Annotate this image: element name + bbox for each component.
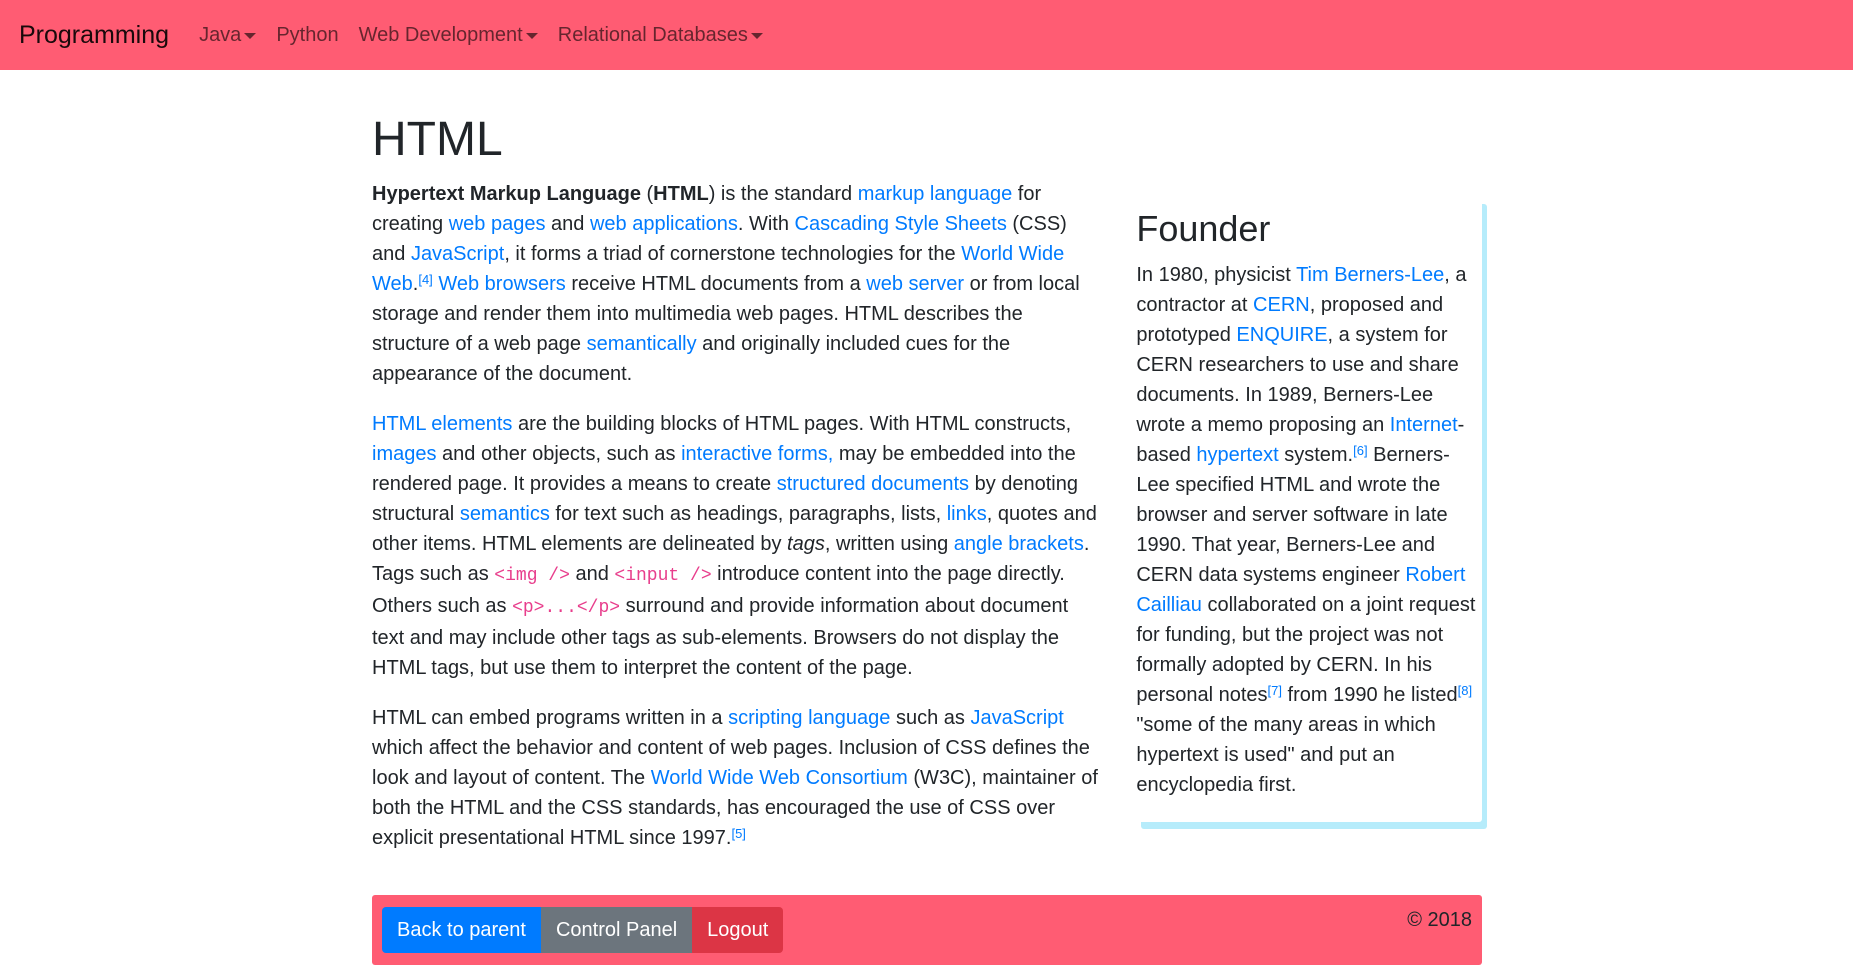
page-footer: Back to parent Control Panel Logout © 20…: [372, 895, 1482, 965]
code-input-tag: <input />: [614, 566, 712, 587]
link-enquire[interactable]: ENQUIRE: [1236, 324, 1327, 346]
link-hypertext[interactable]: hypertext: [1196, 444, 1278, 466]
nav-item-label: Web Development: [358, 23, 523, 46]
link-images[interactable]: images: [372, 443, 436, 465]
text: ) is the standard: [708, 183, 858, 206]
link-web-browsers[interactable]: Web browsers: [438, 273, 565, 295]
code-p-tag: <p>...</p>: [512, 598, 621, 619]
link-angle-brackets[interactable]: angle brackets: [954, 533, 1084, 555]
back-to-parent-button[interactable]: Back to parent: [382, 907, 541, 954]
control-panel-button[interactable]: Control Panel: [540, 907, 693, 954]
link-javascript[interactable]: JavaScript: [411, 243, 504, 265]
link-interactive-forms[interactable]: interactive forms,: [681, 443, 833, 465]
nav-item-java[interactable]: Java: [199, 23, 257, 47]
text: and other objects, such as: [436, 443, 682, 466]
link-web-server[interactable]: web server: [866, 273, 964, 295]
main-container: HTML Hypertext Markup Language (HTML) is…: [372, 70, 1482, 965]
link-semantics[interactable]: semantics: [460, 503, 550, 525]
code-img-tag: <img />: [494, 566, 570, 587]
text: receive HTML documents from a: [565, 273, 867, 296]
text: (: [640, 183, 654, 206]
logout-button[interactable]: Logout: [692, 907, 784, 954]
reference-8[interactable]: [8]: [1458, 683, 1472, 698]
link-markup-language[interactable]: markup language: [858, 183, 1013, 205]
nav-item-label: Relational Databases: [557, 23, 748, 46]
bold-term: HTML: [653, 183, 709, 206]
page-title: HTML: [372, 113, 503, 166]
text: system.: [1278, 444, 1354, 467]
link-structured-documents[interactable]: structured documents: [777, 473, 969, 495]
text: from 1990 he listed: [1282, 684, 1458, 707]
link-web-pages[interactable]: web pages: [449, 213, 546, 235]
top-navbar: Programming Java Python Web Development …: [0, 0, 1853, 70]
link-html-elements[interactable]: HTML elements: [372, 413, 512, 435]
link-tim-berners-lee[interactable]: Tim Berners-Lee: [1296, 264, 1444, 286]
text: for text such as headings, paragraphs, l…: [549, 503, 947, 526]
link-scripting-language[interactable]: scripting language: [728, 707, 890, 729]
text: In 1980, physicist: [1136, 264, 1297, 287]
text: , it forms a triad of cornerstone techno…: [504, 243, 962, 266]
copyright-text: © 2018: [1407, 909, 1472, 932]
link-web-applications[interactable]: web applications: [590, 213, 738, 235]
nav-item-relational-databases[interactable]: Relational Databases: [558, 24, 763, 47]
caret-down-icon: [525, 33, 538, 39]
text: and: [569, 563, 615, 586]
sidebar-paragraph: In 1980, physicist Tim Berners-Lee, a co…: [1136, 260, 1482, 800]
sidebar-title: Founder: [1136, 208, 1271, 250]
nav-item-python[interactable]: Python: [276, 24, 338, 47]
link-w3c[interactable]: World Wide Web Consortium: [651, 767, 908, 789]
text: such as: [890, 707, 971, 730]
text: and: [545, 213, 590, 236]
caret-down-icon: [750, 33, 763, 39]
text: , written using: [824, 533, 954, 556]
navbar-brand[interactable]: Programming: [19, 21, 169, 50]
caret-down-icon: [244, 33, 257, 39]
emphasis-tags: tags: [787, 533, 825, 556]
link-semantically[interactable]: semantically: [587, 333, 697, 355]
reference-4[interactable]: [4]: [418, 272, 432, 287]
nav-item-label: Java: [199, 23, 242, 46]
link-javascript[interactable]: JavaScript: [970, 707, 1063, 729]
text: HTML can embed programs written in a: [372, 707, 729, 730]
nav-item-label: Python: [276, 23, 339, 46]
text: . With: [737, 213, 795, 236]
article-paragraph-1: Hypertext Markup Language (HTML) is the …: [372, 179, 1099, 389]
link-css[interactable]: Cascading Style Sheets: [795, 213, 1007, 235]
nav-item-web-development[interactable]: Web Development: [359, 24, 538, 47]
reference-5[interactable]: [5]: [731, 826, 745, 841]
article-body: Hypertext Markup Language (HTML) is the …: [372, 179, 1099, 873]
bold-term: Hypertext Markup Language: [372, 183, 641, 206]
reference-6[interactable]: [6]: [1353, 443, 1367, 458]
link-internet[interactable]: Internet: [1390, 414, 1458, 436]
text: "some of the many areas in which hyperte…: [1136, 714, 1436, 797]
article-paragraph-3: HTML can embed programs written in a scr…: [372, 703, 1099, 853]
content-row: Hypertext Markup Language (HTML) is the …: [372, 179, 1482, 873]
text: are the building blocks of HTML pages. W…: [512, 413, 1072, 436]
article-paragraph-2: HTML elements are the building blocks of…: [372, 409, 1099, 683]
reference-7[interactable]: [7]: [1268, 683, 1282, 698]
link-cern[interactable]: CERN: [1253, 294, 1310, 316]
founder-sidebar: Founder In 1980, physicist Tim Berners-L…: [1136, 197, 1482, 823]
link-links[interactable]: links: [947, 503, 987, 525]
